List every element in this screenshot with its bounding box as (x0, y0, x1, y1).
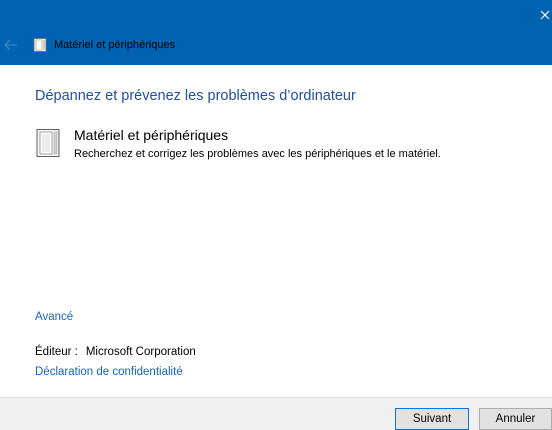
back-arrow-icon (4, 39, 17, 51)
publisher-info: Éditeur : Microsoft Corporation (35, 345, 196, 359)
cancel-button[interactable]: Annuler (479, 408, 552, 430)
close-icon (540, 10, 550, 20)
page-heading: Dépannez et prévenez les problèmes d’ord… (35, 88, 356, 104)
hardware-device-icon (36, 129, 60, 157)
next-button[interactable]: Suivant (395, 408, 469, 430)
publisher-label: Éditeur : (35, 346, 78, 358)
privacy-statement-link[interactable]: Déclaration de confidentialité (35, 365, 183, 379)
close-button[interactable] (538, 0, 552, 30)
advanced-link[interactable]: Avancé (35, 310, 73, 324)
item-title: Matériel et périphériques (74, 127, 229, 143)
hardware-device-icon (33, 38, 47, 52)
item-description: Recherchez et corrigez les problèmes ave… (74, 148, 441, 160)
back-button[interactable] (2, 36, 22, 54)
troubleshooter-item-hardware[interactable]: Matériel et périphériques Recherchez et … (34, 127, 534, 161)
footer-bar: Suivant Annuler (0, 397, 552, 430)
window-title: Matériel et périphériques (54, 39, 176, 51)
publisher-value: Microsoft Corporation (85, 346, 196, 358)
troubleshooter-window: Matériel et périphériques Dépannez et pr… (0, 0, 552, 430)
title-bar: Matériel et périphériques (0, 0, 552, 65)
